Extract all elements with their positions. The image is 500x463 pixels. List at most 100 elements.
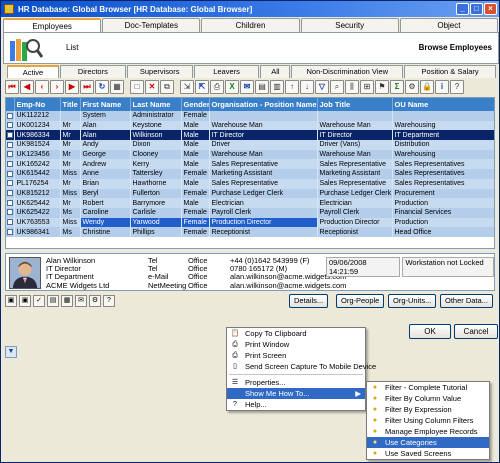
excel-icon[interactable]: X bbox=[225, 80, 239, 94]
cell-title[interactable]: Mr bbox=[60, 149, 81, 160]
checkbox-icon[interactable] bbox=[6, 151, 13, 158]
chart-icon[interactable]: ▥ bbox=[270, 80, 284, 94]
cell-job-title[interactable]: Sales Representative bbox=[317, 178, 393, 189]
cell-first-name[interactable]: Alan bbox=[80, 130, 131, 141]
checkbox-icon[interactable] bbox=[6, 199, 13, 206]
table-row[interactable]: UK165242 Mr Andrew Kerry Male Sales Represent… bbox=[6, 159, 494, 170]
next-page-icon[interactable]: ▶ bbox=[65, 80, 79, 94]
cell-job-title[interactable]: Marketing Assistant bbox=[317, 169, 393, 179]
cell-title[interactable]: Mr bbox=[60, 178, 81, 189]
cell-gender[interactable]: Female bbox=[181, 169, 210, 179]
cell-job-title[interactable]: Warehouse Man bbox=[317, 149, 393, 160]
export-icon[interactable]: ⇱ bbox=[195, 80, 209, 94]
bookmark-icon[interactable]: ⚑ bbox=[375, 80, 389, 94]
delete-record-icon[interactable]: ✕ bbox=[145, 80, 159, 94]
cell-ou-name[interactable]: Sales Representatives bbox=[392, 159, 494, 170]
cell-job-title[interactable]: IT Director bbox=[317, 130, 393, 141]
option-1-icon[interactable]: ▣ bbox=[5, 295, 17, 307]
tab-active[interactable]: Active bbox=[7, 65, 59, 78]
cell-ou-name[interactable]: Production bbox=[392, 198, 494, 208]
next-record-icon[interactable]: › bbox=[50, 80, 64, 94]
grid-view-icon[interactable]: ▦ bbox=[110, 80, 124, 94]
row-checkbox[interactable] bbox=[6, 169, 15, 179]
cell-ou-name[interactable]: Procurement bbox=[392, 188, 494, 199]
cell-ou-name[interactable]: Warehousing bbox=[392, 149, 494, 160]
cell-position[interactable]: Receptionist bbox=[209, 227, 318, 237]
checkbox-icon[interactable] bbox=[6, 122, 13, 129]
help-icon[interactable]: ? bbox=[450, 80, 464, 94]
cell-ou-name[interactable]: Sales Representatives bbox=[392, 169, 494, 179]
cell-gender[interactable]: Male bbox=[181, 130, 210, 141]
cell-first-name[interactable]: Andrew bbox=[80, 159, 131, 170]
col-header-position[interactable]: Organisation - Position Name bbox=[209, 98, 318, 111]
submenu-item-manage-employee-records[interactable]: ● Manage Employee Records bbox=[367, 426, 489, 437]
checkbox-icon[interactable] bbox=[6, 160, 13, 167]
cell-emp-no[interactable]: UK001234 bbox=[14, 120, 61, 131]
info-icon[interactable]: i bbox=[435, 80, 449, 94]
option-5-icon[interactable]: ▦ bbox=[61, 295, 73, 307]
cell-emp-no[interactable]: UK615442 bbox=[14, 169, 61, 179]
table-row[interactable]: UK001234 Mr Alan Keystone Male Warehouse Man W… bbox=[6, 120, 494, 131]
sort-ascending-icon[interactable]: ↑ bbox=[285, 80, 299, 94]
close-button[interactable]: × bbox=[484, 3, 497, 15]
menu-item-copy-to-clipboard[interactable]: 📋 Copy To Clipboard bbox=[227, 328, 365, 339]
checkbox-icon[interactable] bbox=[6, 228, 13, 235]
col-header-emp-no[interactable]: Emp-No bbox=[14, 98, 61, 111]
cell-title[interactable] bbox=[60, 111, 81, 121]
cell-last-name[interactable]: Administrator bbox=[130, 111, 182, 121]
cell-last-name[interactable]: Phillips bbox=[130, 227, 182, 237]
maximize-button[interactable]: □ bbox=[470, 3, 483, 15]
cell-title[interactable]: Mr bbox=[60, 140, 81, 150]
cell-emp-no[interactable]: UK986341 bbox=[14, 227, 61, 237]
last-record-icon[interactable]: ⏭ bbox=[80, 80, 94, 94]
new-record-icon[interactable]: □ bbox=[130, 80, 144, 94]
calendar-icon[interactable]: ▤ bbox=[255, 80, 269, 94]
menu-dropdown-button[interactable]: ▼ bbox=[5, 346, 17, 358]
col-header-job-title[interactable]: Job Title bbox=[317, 98, 393, 111]
cell-title[interactable]: Mr bbox=[60, 159, 81, 170]
cell-title[interactable]: Mr bbox=[60, 130, 81, 141]
cell-last-name[interactable]: Yarwood bbox=[130, 217, 182, 228]
cell-position[interactable]: Purchase Ledger Clerk bbox=[209, 188, 318, 199]
tab-security[interactable]: Security bbox=[300, 18, 399, 32]
tab-employees[interactable]: Employees bbox=[3, 18, 102, 32]
cell-gender[interactable]: Male bbox=[181, 149, 210, 160]
cell-ou-name[interactable]: IT Department bbox=[392, 130, 494, 141]
tab-children[interactable]: Children bbox=[201, 18, 300, 32]
cell-gender[interactable]: Female bbox=[181, 217, 210, 228]
checkbox-icon[interactable] bbox=[6, 131, 13, 138]
cell-position[interactable]: Electrician bbox=[209, 198, 318, 208]
col-header-gender[interactable]: Gender bbox=[181, 98, 210, 111]
cell-title[interactable]: Miss bbox=[60, 217, 81, 228]
cell-position[interactable]: Sales Representative bbox=[209, 159, 318, 170]
cell-emp-no[interactable]: UK625442 bbox=[14, 198, 61, 208]
cell-gender[interactable]: Female bbox=[181, 188, 210, 199]
cell-last-name[interactable]: Barrymore bbox=[130, 198, 182, 208]
tab-directors[interactable]: Directors bbox=[59, 65, 126, 78]
tab-object[interactable]: Object bbox=[399, 18, 499, 32]
table-row[interactable]: UK123456 Mr George Clooney Male Warehouse Man… bbox=[6, 149, 494, 160]
cell-position[interactable]: Sales Representative bbox=[209, 178, 318, 189]
cell-emp-no[interactable]: UK981524 bbox=[14, 140, 61, 150]
col-header-first-name[interactable]: First Name bbox=[80, 98, 131, 111]
cell-first-name[interactable]: Anne bbox=[80, 169, 131, 179]
cell-ou-name[interactable]: Production bbox=[392, 217, 494, 228]
summary-icon[interactable]: Σ bbox=[390, 80, 404, 94]
cell-title[interactable]: Ms bbox=[60, 227, 81, 237]
cell-ou-name[interactable]: Financial Services bbox=[392, 207, 494, 218]
row-checkbox[interactable] bbox=[6, 159, 15, 170]
cell-title[interactable]: Ms bbox=[60, 207, 81, 218]
cell-position[interactable]: IT Director bbox=[209, 130, 318, 141]
cell-title[interactable]: Miss bbox=[60, 169, 81, 179]
submenu-item-use-categories[interactable]: ● Use Categories bbox=[367, 437, 489, 448]
table-row[interactable]: UK815212 Miss Beryl Fullerton Female Purchase… bbox=[6, 188, 494, 199]
sort-descending-icon[interactable]: ↓ bbox=[300, 80, 314, 94]
cell-last-name[interactable]: Fullerton bbox=[130, 188, 182, 199]
tab-position-salary[interactable]: Position & Salary bbox=[404, 65, 496, 78]
cancel-button[interactable]: Cancel bbox=[454, 324, 498, 339]
col-header-title[interactable]: Title bbox=[60, 98, 81, 111]
table-row[interactable]: UK615442 Miss Anne Tattersley Female Marketin… bbox=[6, 169, 494, 179]
cell-job-title[interactable]: Sales Representative bbox=[317, 159, 393, 170]
cell-emp-no[interactable]: UK986334 bbox=[14, 130, 61, 141]
table-row[interactable]: UK625442 Mr Robert Barrymore Male Electrician… bbox=[6, 198, 494, 208]
